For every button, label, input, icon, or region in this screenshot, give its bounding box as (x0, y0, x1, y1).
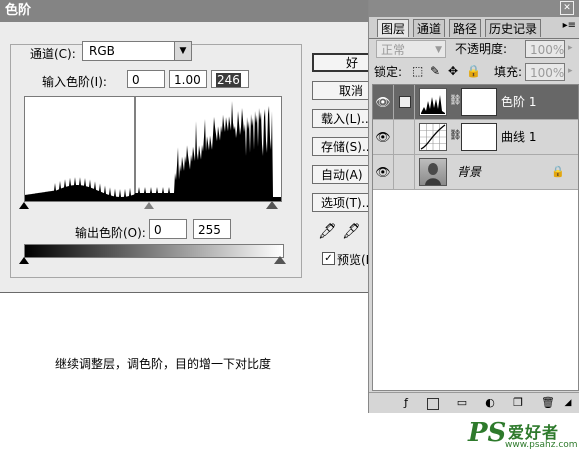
visibility-eye-icon[interactable]: 👁 (373, 85, 394, 119)
output-black-slider[interactable] (19, 257, 29, 264)
channel-label: 通道(C): (30, 47, 76, 61)
channel-value: RGB (89, 44, 115, 58)
tab-history[interactable]: 历史记录 (485, 19, 542, 37)
add-mask-icon[interactable] (427, 398, 439, 410)
chevron-down-icon[interactable]: ▼ (174, 42, 191, 60)
output-black-field[interactable]: 0 (149, 219, 187, 239)
input-gamma-slider[interactable] (144, 202, 154, 209)
fill-label: 填充: (494, 65, 523, 79)
opacity-label: 不透明度: (455, 42, 508, 56)
dialog-title: 色阶 (5, 3, 32, 18)
blend-row: 正常 ▼ 不透明度: 100% ▸ (369, 40, 579, 62)
tab-channels[interactable]: 通道 (413, 19, 446, 37)
output-gradient-bar (24, 244, 284, 258)
fill-field[interactable]: 100% (525, 63, 565, 81)
layer-lock-icon: 🔒 (551, 165, 565, 178)
watermark-logo: PS (468, 418, 507, 448)
caption-text: 继续调整层，调色阶，目的增一下对比度 (55, 357, 272, 371)
opacity-field[interactable]: 100% (525, 40, 565, 58)
lock-move-icon[interactable]: ✥ (448, 64, 458, 78)
fill-arrow-icon[interactable]: ▸ (568, 66, 573, 76)
new-layer-icon[interactable]: ❐ (511, 396, 525, 410)
cancel-button[interactable]: 取消 (312, 81, 374, 100)
dialog-title-bar[interactable]: 色阶 (0, 0, 372, 22)
output-white-field[interactable]: 255 (193, 219, 231, 239)
layer-mask-thumbnail[interactable] (461, 88, 497, 116)
lock-brush-icon[interactable]: ✎ (430, 64, 440, 78)
lock-all-icon[interactable]: 🔒 (466, 64, 481, 78)
preview-checkbox[interactable]: ✓ (322, 252, 335, 265)
mask-link-icon[interactable]: ⛓ (449, 95, 462, 106)
palette-bottom-bar: ƒ ▭ ◐ ❐ 🗑 ◢ (369, 392, 579, 414)
auto-button[interactable]: 自动(A) (312, 165, 374, 184)
layer-row-background[interactable]: 👁 背景 🔒 (373, 155, 578, 190)
layer-link-slot[interactable] (394, 120, 415, 154)
load-button[interactable]: 载入(L)... (312, 109, 374, 128)
gray-eyedropper-icon[interactable]: 🖋 (342, 222, 361, 240)
save-button[interactable]: 存储(S)... (312, 137, 374, 156)
close-icon[interactable]: ✕ (560, 1, 574, 15)
lock-transparency-icon[interactable]: ⬚ (412, 64, 423, 78)
input-black-field[interactable]: 0 (127, 70, 165, 88)
input-gamma-field[interactable]: 1.00 (169, 70, 207, 88)
new-group-icon[interactable]: ▭ (455, 396, 469, 410)
input-levels-label: 输入色阶(I): (42, 75, 107, 89)
histogram (24, 96, 282, 202)
layer-link-slot[interactable] (394, 85, 415, 119)
tab-paths[interactable]: 路径 (449, 19, 482, 37)
layers-palette: ✕ 图层 通道 路径 历史记录 ▸≡ 正常 ▼ 不透明度: 100% ▸ 锁定: … (368, 0, 579, 413)
palette-title-bar[interactable]: ✕ (369, 0, 579, 17)
options-button[interactable]: 选项(T)... (312, 193, 374, 212)
visibility-eye-icon[interactable]: 👁 (373, 120, 394, 154)
palette-resize-icon[interactable]: ◢ (561, 396, 575, 410)
histogram-graph (25, 97, 281, 201)
lock-label: 锁定: (374, 65, 403, 79)
layer-link-slot[interactable] (394, 155, 415, 189)
layer-name-background[interactable]: 背景 (457, 155, 481, 189)
palette-tabs: 图层 通道 路径 历史记录 ▸≡ (369, 17, 579, 39)
opacity-arrow-icon[interactable]: ▸ (568, 43, 573, 53)
layer-row-curves[interactable]: 👁 ⛓ 曲线 1 (373, 120, 578, 155)
input-white-slider[interactable] (266, 201, 278, 209)
levels-dialog: 色阶 通道(C): RGB ▼ 输入色阶(I): 0 1.00 246 输出色阶… (0, 0, 378, 293)
output-levels-label: 输出色阶(O): (75, 226, 146, 240)
delete-layer-icon[interactable]: 🗑 (541, 396, 555, 410)
palette-menu-icon[interactable]: ▸≡ (563, 20, 576, 31)
curves-adjustment-icon (419, 123, 447, 151)
layer-style-icon[interactable]: ƒ (399, 396, 413, 410)
layer-mask-thumbnail[interactable] (461, 123, 497, 151)
layer-name-levels[interactable]: 色阶 1 (501, 85, 536, 119)
lock-row: 锁定: ⬚ ✎ ✥ 🔒 填充: 100% ▸ (369, 63, 579, 81)
tab-layers[interactable]: 图层 (377, 19, 410, 37)
layer-name-curves[interactable]: 曲线 1 (501, 120, 536, 154)
adjustment-layer-icon[interactable]: ◐ (483, 396, 497, 410)
ok-button[interactable]: 好 (312, 53, 374, 72)
input-black-slider[interactable] (19, 202, 29, 209)
watermark-url: www.psahz.com (505, 440, 578, 450)
layer-row-levels[interactable]: 👁 ⛓ 色阶 1 (373, 85, 578, 120)
input-white-field[interactable]: 246 (211, 70, 249, 88)
mask-link-icon[interactable]: ⛓ (449, 130, 462, 141)
layers-list: 👁 ⛓ 色阶 1 👁 ⛓ 曲线 1 👁 背景 🔒 (372, 84, 579, 391)
blend-mode-select[interactable]: 正常 ▼ (376, 40, 446, 58)
background-thumbnail (419, 158, 447, 186)
visibility-eye-icon[interactable]: 👁 (373, 155, 394, 189)
black-eyedropper-icon[interactable]: 🖋 (318, 222, 337, 240)
channel-select[interactable]: RGB ▼ (82, 41, 192, 61)
layer-mask-indicator-icon (399, 96, 411, 108)
output-white-slider[interactable] (274, 256, 286, 264)
levels-adjustment-icon (419, 88, 447, 116)
